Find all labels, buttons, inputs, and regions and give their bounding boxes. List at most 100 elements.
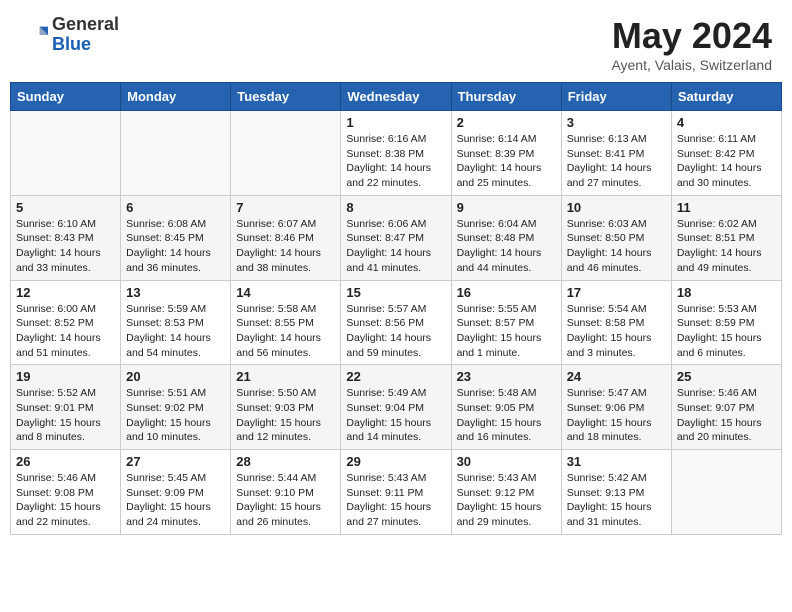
logo: General Blue bbox=[20, 15, 119, 55]
day-number: 28 bbox=[236, 454, 335, 469]
day-info: Sunrise: 5:53 AMSunset: 8:59 PMDaylight:… bbox=[677, 302, 776, 361]
day-info: Sunrise: 5:55 AMSunset: 8:57 PMDaylight:… bbox=[457, 302, 556, 361]
calendar-cell: 21 Sunrise: 5:50 AMSunset: 9:03 PMDayligh… bbox=[231, 365, 341, 450]
day-number: 18 bbox=[677, 285, 776, 300]
calendar-cell: 15 Sunrise: 5:57 AMSunset: 8:56 PMDayligh… bbox=[341, 280, 451, 365]
day-info: Sunrise: 6:16 AMSunset: 8:38 PMDaylight:… bbox=[346, 132, 445, 191]
location: Ayent, Valais, Switzerland bbox=[611, 57, 772, 73]
day-info: Sunrise: 6:02 AMSunset: 8:51 PMDaylight:… bbox=[677, 217, 776, 276]
calendar-body: 1 Sunrise: 6:16 AMSunset: 8:38 PMDaylight… bbox=[11, 111, 782, 535]
calendar-cell: 16 Sunrise: 5:55 AMSunset: 8:57 PMDayligh… bbox=[451, 280, 561, 365]
day-info: Sunrise: 5:51 AMSunset: 9:02 PMDaylight:… bbox=[126, 386, 225, 445]
day-number: 12 bbox=[16, 285, 115, 300]
calendar-cell: 24 Sunrise: 5:47 AMSunset: 9:06 PMDayligh… bbox=[561, 365, 671, 450]
day-number: 17 bbox=[567, 285, 666, 300]
logo-icon bbox=[20, 21, 48, 49]
day-info: Sunrise: 6:13 AMSunset: 8:41 PMDaylight:… bbox=[567, 132, 666, 191]
calendar-table: SundayMondayTuesdayWednesdayThursdayFrid… bbox=[10, 82, 782, 535]
calendar-cell: 26 Sunrise: 5:46 AMSunset: 9:08 PMDayligh… bbox=[11, 450, 121, 535]
day-number: 2 bbox=[457, 115, 556, 130]
calendar-cell: 8Sunrise: 6:06 AMSunset: 8:47 PMDaylight… bbox=[341, 195, 451, 280]
day-number: 9 bbox=[457, 200, 556, 215]
calendar-week-4: 19 Sunrise: 5:52 AMSunset: 9:01 PMDayligh… bbox=[11, 365, 782, 450]
logo-general: General bbox=[52, 15, 119, 35]
calendar-cell: 6 Sunrise: 6:08 AMSunset: 8:45 PMDaylight… bbox=[121, 195, 231, 280]
day-info: Sunrise: 5:52 AMSunset: 9:01 PMDaylight:… bbox=[16, 386, 115, 445]
day-number: 23 bbox=[457, 369, 556, 384]
calendar-header: SundayMondayTuesdayWednesdayThursdayFrid… bbox=[11, 83, 782, 111]
day-number: 22 bbox=[346, 369, 445, 384]
day-number: 13 bbox=[126, 285, 225, 300]
day-info: Sunrise: 6:11 AMSunset: 8:42 PMDaylight:… bbox=[677, 132, 776, 191]
calendar-cell: 19 Sunrise: 5:52 AMSunset: 9:01 PMDayligh… bbox=[11, 365, 121, 450]
day-info: Sunrise: 6:00 AMSunset: 8:52 PMDaylight:… bbox=[16, 302, 115, 361]
calendar-cell: 25 Sunrise: 5:46 AMSunset: 9:07 PMDayligh… bbox=[671, 365, 781, 450]
day-number: 16 bbox=[457, 285, 556, 300]
day-info: Sunrise: 5:57 AMSunset: 8:56 PMDaylight:… bbox=[346, 302, 445, 361]
day-number: 26 bbox=[16, 454, 115, 469]
day-number: 25 bbox=[677, 369, 776, 384]
day-number: 8 bbox=[346, 200, 445, 215]
day-info: Sunrise: 5:47 AMSunset: 9:06 PMDaylight:… bbox=[567, 386, 666, 445]
calendar-cell bbox=[231, 111, 341, 196]
calendar-cell: 1 Sunrise: 6:16 AMSunset: 8:38 PMDaylight… bbox=[341, 111, 451, 196]
calendar-cell: 31Sunrise: 5:42 AMSunset: 9:13 PMDayligh… bbox=[561, 450, 671, 535]
calendar-cell: 17 Sunrise: 5:54 AMSunset: 8:58 PMDayligh… bbox=[561, 280, 671, 365]
day-info: Sunrise: 5:54 AMSunset: 8:58 PMDaylight:… bbox=[567, 302, 666, 361]
calendar-cell: 18 Sunrise: 5:53 AMSunset: 8:59 PMDayligh… bbox=[671, 280, 781, 365]
day-number: 21 bbox=[236, 369, 335, 384]
header-day-monday: Monday bbox=[121, 83, 231, 111]
header-day-tuesday: Tuesday bbox=[231, 83, 341, 111]
calendar-week-3: 12 Sunrise: 6:00 AMSunset: 8:52 PMDayligh… bbox=[11, 280, 782, 365]
calendar-cell bbox=[121, 111, 231, 196]
day-number: 27 bbox=[126, 454, 225, 469]
day-info: Sunrise: 5:46 AMSunset: 9:08 PMDaylight:… bbox=[16, 471, 115, 530]
day-number: 1 bbox=[346, 115, 445, 130]
day-number: 29 bbox=[346, 454, 445, 469]
header-day-saturday: Saturday bbox=[671, 83, 781, 111]
day-info: Sunrise: 6:03 AMSunset: 8:50 PMDaylight:… bbox=[567, 217, 666, 276]
calendar-cell: 9 Sunrise: 6:04 AMSunset: 8:48 PMDaylight… bbox=[451, 195, 561, 280]
day-number: 31 bbox=[567, 454, 666, 469]
day-number: 20 bbox=[126, 369, 225, 384]
day-info: Sunrise: 5:45 AMSunset: 9:09 PMDaylight:… bbox=[126, 471, 225, 530]
day-number: 24 bbox=[567, 369, 666, 384]
logo-text: General Blue bbox=[52, 15, 119, 55]
day-info: Sunrise: 5:49 AMSunset: 9:04 PMDaylight:… bbox=[346, 386, 445, 445]
calendar-week-2: 5Sunrise: 6:10 AMSunset: 8:43 PMDaylight… bbox=[11, 195, 782, 280]
day-info: Sunrise: 5:44 AMSunset: 9:10 PMDaylight:… bbox=[236, 471, 335, 530]
calendar-cell: 22 Sunrise: 5:49 AMSunset: 9:04 PMDayligh… bbox=[341, 365, 451, 450]
calendar-cell: 23 Sunrise: 5:48 AMSunset: 9:05 PMDayligh… bbox=[451, 365, 561, 450]
header-day-wednesday: Wednesday bbox=[341, 83, 451, 111]
day-info: Sunrise: 6:04 AMSunset: 8:48 PMDaylight:… bbox=[457, 217, 556, 276]
calendar-cell: 7 Sunrise: 6:07 AMSunset: 8:46 PMDaylight… bbox=[231, 195, 341, 280]
day-number: 30 bbox=[457, 454, 556, 469]
calendar-cell: 2 Sunrise: 6:14 AMSunset: 8:39 PMDaylight… bbox=[451, 111, 561, 196]
month-title: May 2024 bbox=[611, 15, 772, 57]
calendar-cell: 10 Sunrise: 6:03 AMSunset: 8:50 PMDayligh… bbox=[561, 195, 671, 280]
logo-blue: Blue bbox=[52, 35, 119, 55]
header-day-friday: Friday bbox=[561, 83, 671, 111]
header-day-sunday: Sunday bbox=[11, 83, 121, 111]
day-info: Sunrise: 6:14 AMSunset: 8:39 PMDaylight:… bbox=[457, 132, 556, 191]
day-number: 15 bbox=[346, 285, 445, 300]
calendar-cell: 14Sunrise: 5:58 AMSunset: 8:55 PMDayligh… bbox=[231, 280, 341, 365]
day-info: Sunrise: 5:46 AMSunset: 9:07 PMDaylight:… bbox=[677, 386, 776, 445]
day-info: Sunrise: 6:08 AMSunset: 8:45 PMDaylight:… bbox=[126, 217, 225, 276]
day-info: Sunrise: 5:50 AMSunset: 9:03 PMDaylight:… bbox=[236, 386, 335, 445]
calendar-cell bbox=[11, 111, 121, 196]
day-number: 11 bbox=[677, 200, 776, 215]
calendar-cell: 30Sunrise: 5:43 AMSunset: 9:12 PMDayligh… bbox=[451, 450, 561, 535]
day-number: 19 bbox=[16, 369, 115, 384]
day-number: 10 bbox=[567, 200, 666, 215]
day-info: Sunrise: 5:58 AMSunset: 8:55 PMDaylight:… bbox=[236, 302, 335, 361]
day-info: Sunrise: 5:48 AMSunset: 9:05 PMDaylight:… bbox=[457, 386, 556, 445]
day-info: Sunrise: 6:07 AMSunset: 8:46 PMDaylight:… bbox=[236, 217, 335, 276]
calendar-cell: 11 Sunrise: 6:02 AMSunset: 8:51 PMDayligh… bbox=[671, 195, 781, 280]
calendar-cell: 27 Sunrise: 5:45 AMSunset: 9:09 PMDayligh… bbox=[121, 450, 231, 535]
day-number: 6 bbox=[126, 200, 225, 215]
calendar-week-1: 1 Sunrise: 6:16 AMSunset: 8:38 PMDaylight… bbox=[11, 111, 782, 196]
day-info: Sunrise: 5:59 AMSunset: 8:53 PMDaylight:… bbox=[126, 302, 225, 361]
day-number: 7 bbox=[236, 200, 335, 215]
title-block: May 2024 Ayent, Valais, Switzerland bbox=[611, 15, 772, 73]
